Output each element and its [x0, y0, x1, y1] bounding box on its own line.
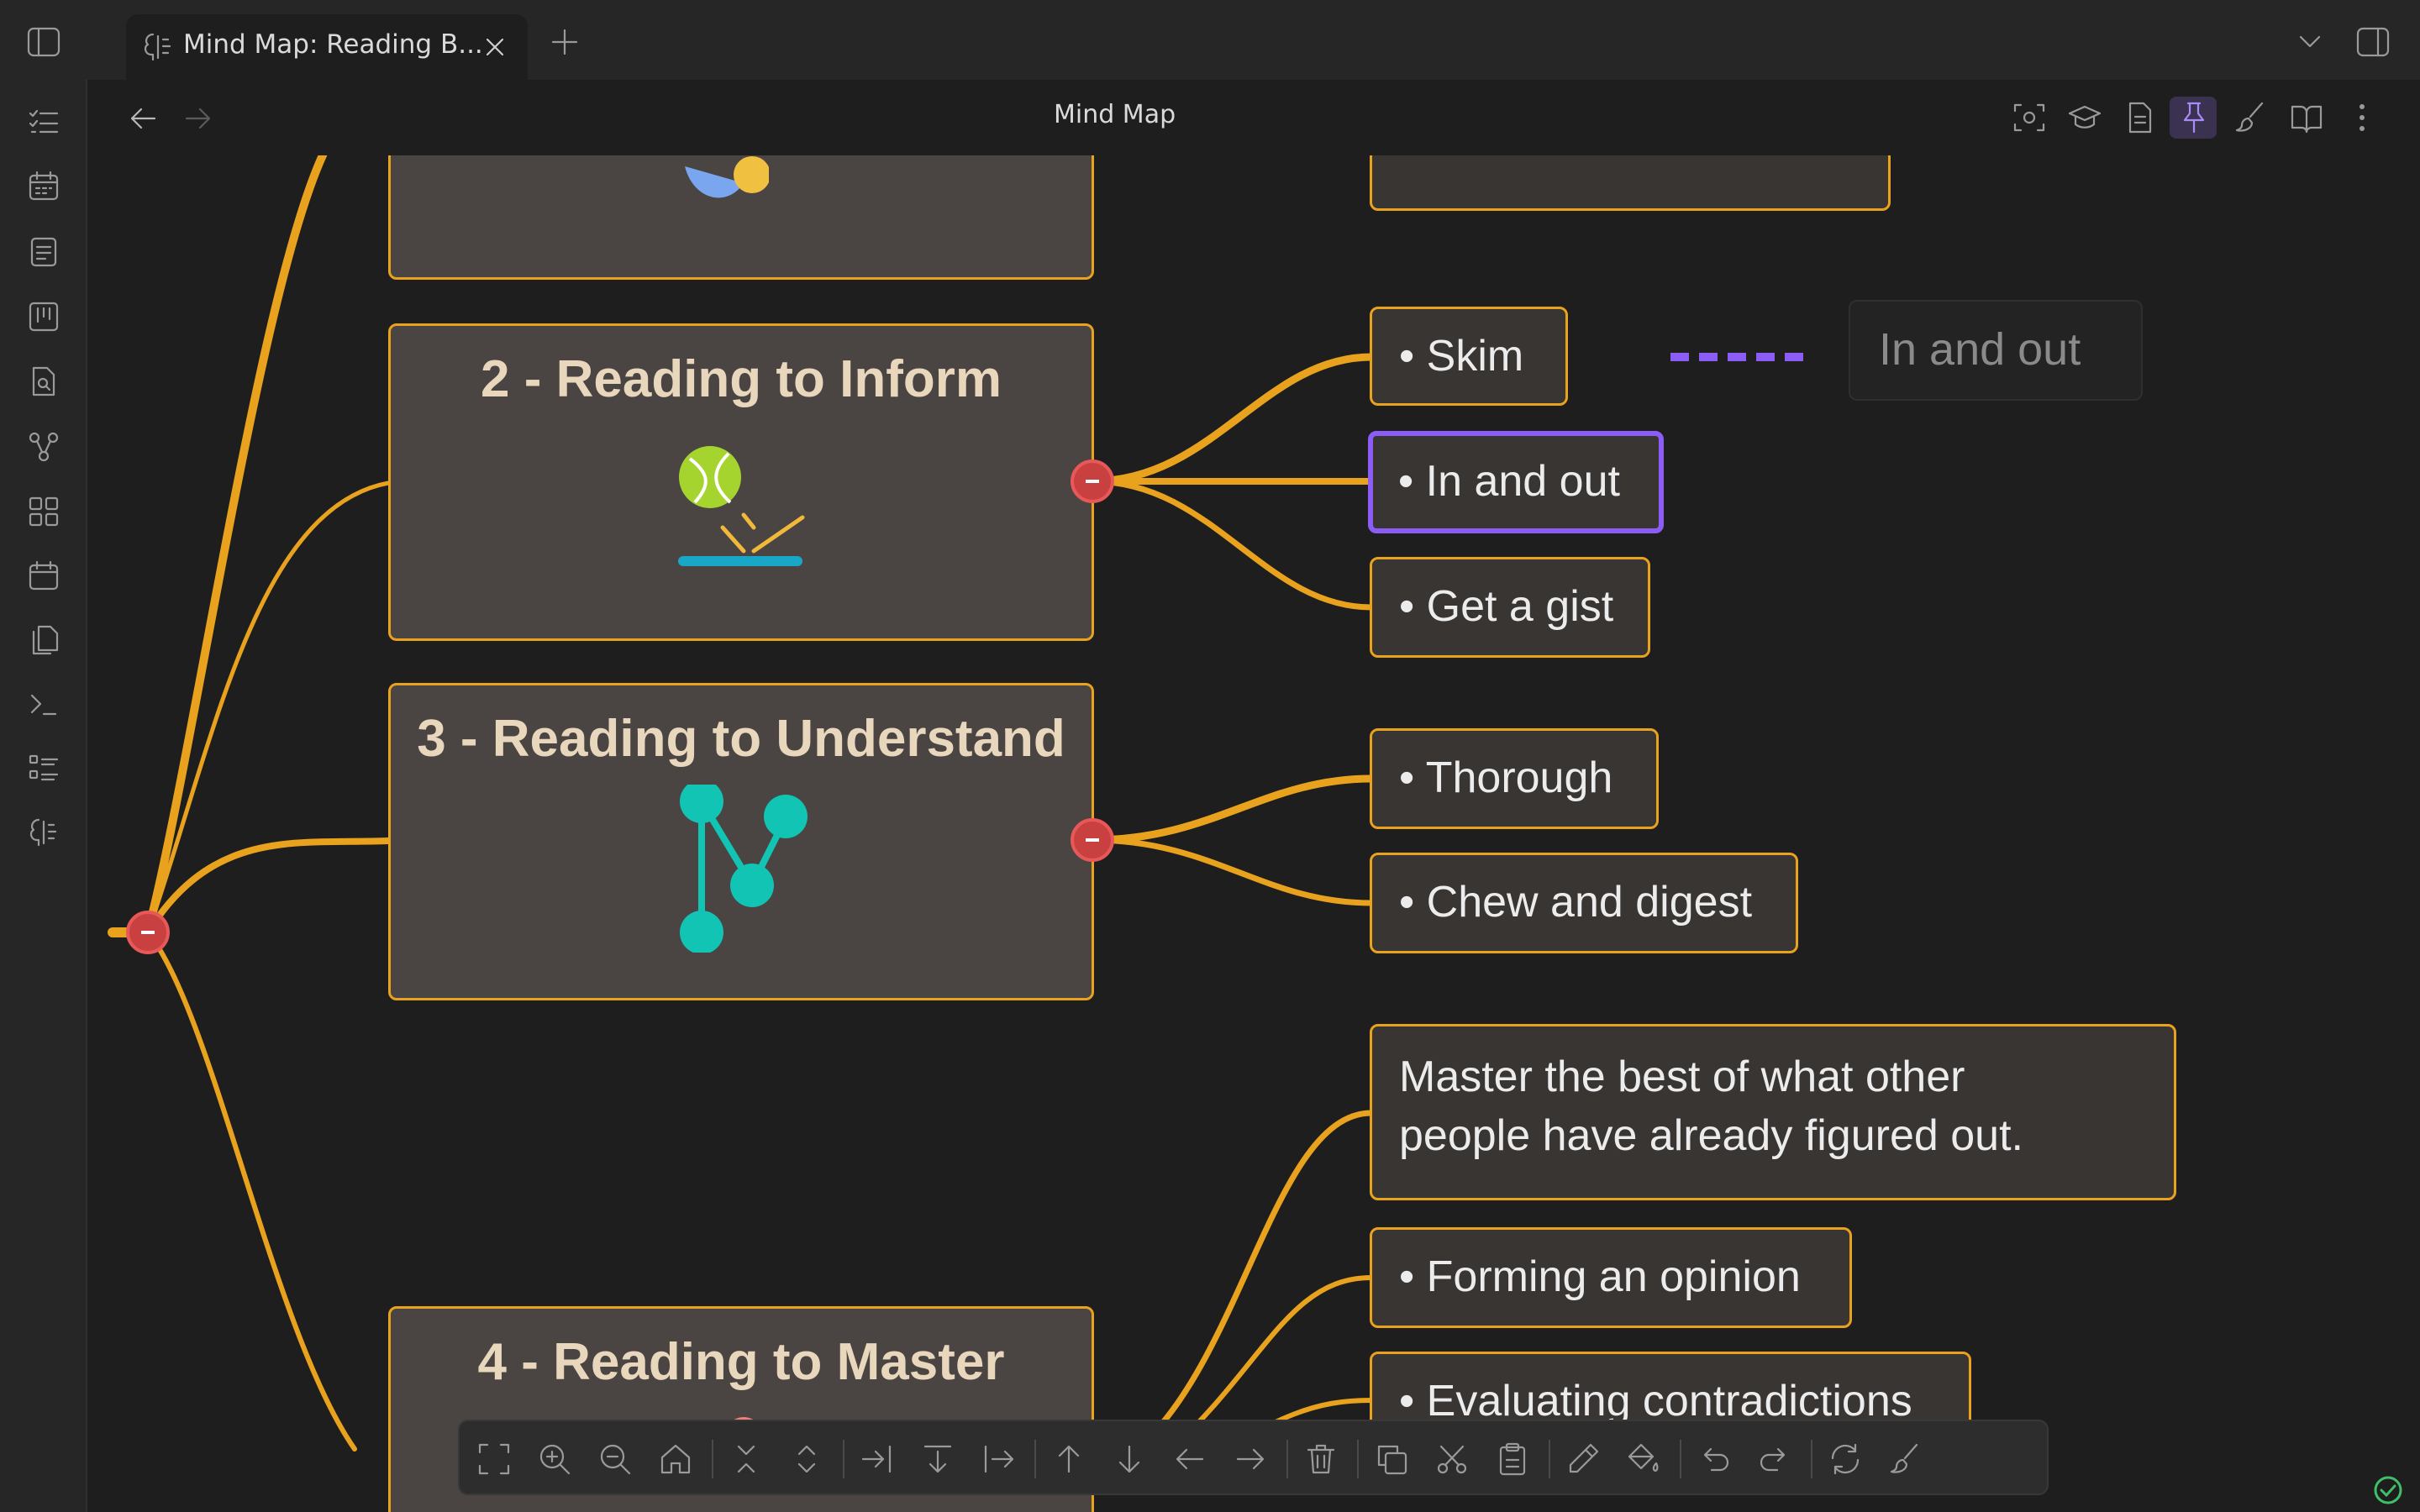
move-right-icon[interactable]	[1233, 1441, 1268, 1477]
toolbar-separator	[1357, 1440, 1359, 1478]
add-child-icon[interactable]	[860, 1441, 895, 1477]
master-title: 4 - Reading to Master	[477, 1333, 1005, 1391]
tab-bar: Mind Map: Reading B...	[0, 0, 2420, 80]
focus-view-icon[interactable]	[2012, 100, 2047, 135]
node-1-illustration	[685, 156, 769, 198]
cutoff-node[interactable]	[1370, 155, 1891, 211]
list-icon[interactable]	[27, 751, 60, 785]
skim-node[interactable]: • Skim	[1370, 307, 1568, 406]
view-header: Mind Map	[87, 80, 2420, 155]
toolbar-separator	[1034, 1440, 1036, 1478]
tab-list-chevron-icon[interactable]	[2296, 29, 2324, 54]
ghost-node-text: In and out	[1879, 324, 2081, 375]
copy-files-icon[interactable]	[27, 623, 60, 657]
file-search-icon[interactable]	[27, 365, 60, 398]
brain-icon	[144, 33, 171, 61]
pin-icon[interactable]	[2176, 100, 2212, 135]
calendar-icon[interactable]	[27, 170, 60, 203]
back-arrow-icon[interactable]	[126, 102, 160, 135]
close-tab-icon[interactable]	[482, 34, 508, 60]
zoom-in-icon[interactable]	[537, 1441, 572, 1477]
expand-all-icon[interactable]	[789, 1441, 824, 1477]
move-down-icon[interactable]	[1112, 1441, 1147, 1477]
mind-map-canvas[interactable]: 2 - Reading to Inform 3 - Reading to Und…	[87, 155, 2420, 1512]
reading-to-understand-node[interactable]: 3 - Reading to Understand	[388, 683, 1094, 1000]
move-left-icon[interactable]	[1172, 1441, 1207, 1477]
document-icon[interactable]	[2123, 100, 2158, 135]
book-open-icon[interactable]	[2289, 100, 2324, 135]
paint-bucket-icon[interactable]	[1626, 1441, 1661, 1477]
toolbar-separator	[1549, 1440, 1550, 1478]
forming-an-opinion-node[interactable]: • Forming an opinion	[1370, 1227, 1852, 1328]
toolbar-separator	[1811, 1440, 1812, 1478]
style-brush-icon[interactable]	[1888, 1441, 1923, 1477]
undo-icon[interactable]	[1697, 1441, 1732, 1477]
note-icon[interactable]	[27, 235, 60, 269]
get-a-gist-node[interactable]: • Get a gist	[1370, 557, 1650, 658]
terminal-icon[interactable]	[27, 687, 60, 721]
right-sidebar-toggle-icon[interactable]	[2354, 25, 2391, 59]
mind-map-toolbar	[458, 1420, 2049, 1495]
zoom-out-icon[interactable]	[597, 1441, 633, 1477]
left-ribbon	[0, 80, 87, 1512]
tab-title: Mind Map: Reading B...	[183, 29, 483, 60]
redo-icon[interactable]	[1757, 1441, 1792, 1477]
toolbar-separator	[1680, 1440, 1681, 1478]
toolbar-separator	[1286, 1440, 1288, 1478]
graph-icon[interactable]	[27, 430, 60, 464]
paintbrush-icon[interactable]	[2233, 100, 2269, 135]
cut-icon[interactable]	[1434, 1441, 1470, 1477]
mind-map-icon[interactable]	[27, 815, 60, 848]
home-icon[interactable]	[658, 1441, 693, 1477]
thorough-node[interactable]: • Thorough	[1370, 728, 1659, 829]
tennis-ball-icon	[678, 446, 805, 566]
kanban-icon[interactable]	[27, 300, 60, 333]
toolbar-separator	[843, 1440, 844, 1478]
add-sibling-icon[interactable]	[920, 1441, 955, 1477]
copy-icon[interactable]	[1374, 1441, 1409, 1477]
tasks-icon[interactable]	[27, 105, 60, 139]
dashboard-icon[interactable]	[27, 495, 60, 528]
master-description-node[interactable]: Master the best of what other people hav…	[1370, 1024, 2176, 1200]
reading-to-inform-node[interactable]: 2 - Reading to Inform	[388, 323, 1094, 641]
fit-screen-icon[interactable]	[476, 1441, 512, 1477]
refresh-icon[interactable]	[1828, 1441, 1863, 1477]
add-parent-icon[interactable]	[981, 1441, 1016, 1477]
tab-mind-map[interactable]: Mind Map: Reading B...	[126, 14, 528, 80]
more-options-icon[interactable]	[2344, 100, 2380, 135]
understand-title: 3 - Reading to Understand	[417, 710, 1065, 768]
root-collapse-button[interactable]	[126, 911, 170, 954]
view-title: Mind Map	[1054, 100, 1176, 129]
forward-arrow-icon[interactable]	[182, 102, 215, 135]
graduation-cap-icon[interactable]	[2067, 100, 2102, 135]
sidebar-toggle-icon[interactable]	[25, 25, 62, 59]
pipette-icon[interactable]	[1565, 1441, 1601, 1477]
understand-collapse-button[interactable]	[1071, 818, 1114, 862]
toolbar-separator	[712, 1440, 713, 1478]
reading-node-1[interactable]	[388, 155, 1094, 280]
paste-icon[interactable]	[1495, 1441, 1530, 1477]
sync-status-icon[interactable]	[2371, 1473, 2405, 1507]
in-and-out-node[interactable]: • In and out	[1368, 431, 1664, 533]
ghost-node[interactable]: In and out	[1849, 300, 2143, 401]
collapse-all-icon[interactable]	[729, 1441, 764, 1477]
branch-network-icon	[680, 785, 808, 953]
daily-note-icon[interactable]	[27, 559, 60, 593]
chew-and-digest-node[interactable]: • Chew and digest	[1370, 853, 1798, 953]
inform-collapse-button[interactable]	[1071, 459, 1114, 503]
new-tab-icon[interactable]	[548, 25, 581, 59]
inform-title: 2 - Reading to Inform	[481, 350, 1002, 408]
delete-icon[interactable]	[1303, 1441, 1339, 1477]
move-up-icon[interactable]	[1051, 1441, 1086, 1477]
